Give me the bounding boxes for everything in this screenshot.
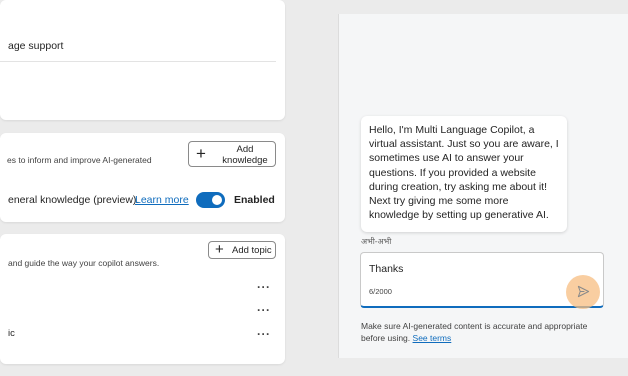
topics-card: and guide the way your copilot answers. … (0, 234, 285, 364)
see-terms-link[interactable]: See terms (413, 333, 452, 343)
learn-more-link[interactable]: Learn more (135, 194, 189, 206)
chat-input-value[interactable]: Thanks (369, 263, 403, 275)
send-button[interactable] (566, 275, 600, 309)
language-card: age support (0, 0, 285, 120)
add-topic-button[interactable]: + Add topic (208, 241, 276, 259)
toggle-state-label: Enabled (234, 194, 275, 206)
divider (0, 61, 276, 62)
knowledge-card: es to inform and improve AI-generated + … (0, 133, 285, 222)
topics-description: and guide the way your copilot answers. (8, 258, 160, 268)
topic-row-label: ic (8, 328, 15, 339)
general-knowledge-text: eneral knowledge (preview). (8, 194, 140, 206)
row-menu-icon[interactable]: ··· (257, 280, 271, 294)
bot-message-text: Hello, I'm Multi Language Copilot, a vir… (369, 124, 559, 222)
char-counter: 6/2000 (369, 287, 392, 296)
knowledge-description: es to inform and improve AI-generated (7, 155, 152, 165)
ai-disclaimer: Make sure AI-generated content is accura… (361, 321, 611, 344)
send-icon (577, 285, 590, 298)
plus-icon: + (196, 144, 206, 163)
bot-message-bubble: Hello, I'm Multi Language Copilot, a vir… (361, 116, 567, 232)
message-timestamp: अभी-अभी (361, 237, 392, 246)
toggle-knob (212, 195, 222, 205)
add-knowledge-label: Add knowledge (222, 144, 268, 166)
plus-icon: + (215, 241, 224, 258)
row-menu-icon[interactable]: ··· (257, 327, 271, 341)
add-topic-label: Add topic (232, 245, 272, 256)
language-support-text: age support (8, 40, 64, 52)
general-knowledge-toggle[interactable] (196, 192, 225, 208)
add-knowledge-button[interactable]: + Add knowledge (188, 141, 276, 167)
row-menu-icon[interactable]: ··· (257, 303, 271, 317)
copilot-settings-pane: age support es to inform and improve AI-… (0, 0, 298, 376)
disclaimer-text: Make sure AI-generated content is accura… (361, 321, 588, 343)
